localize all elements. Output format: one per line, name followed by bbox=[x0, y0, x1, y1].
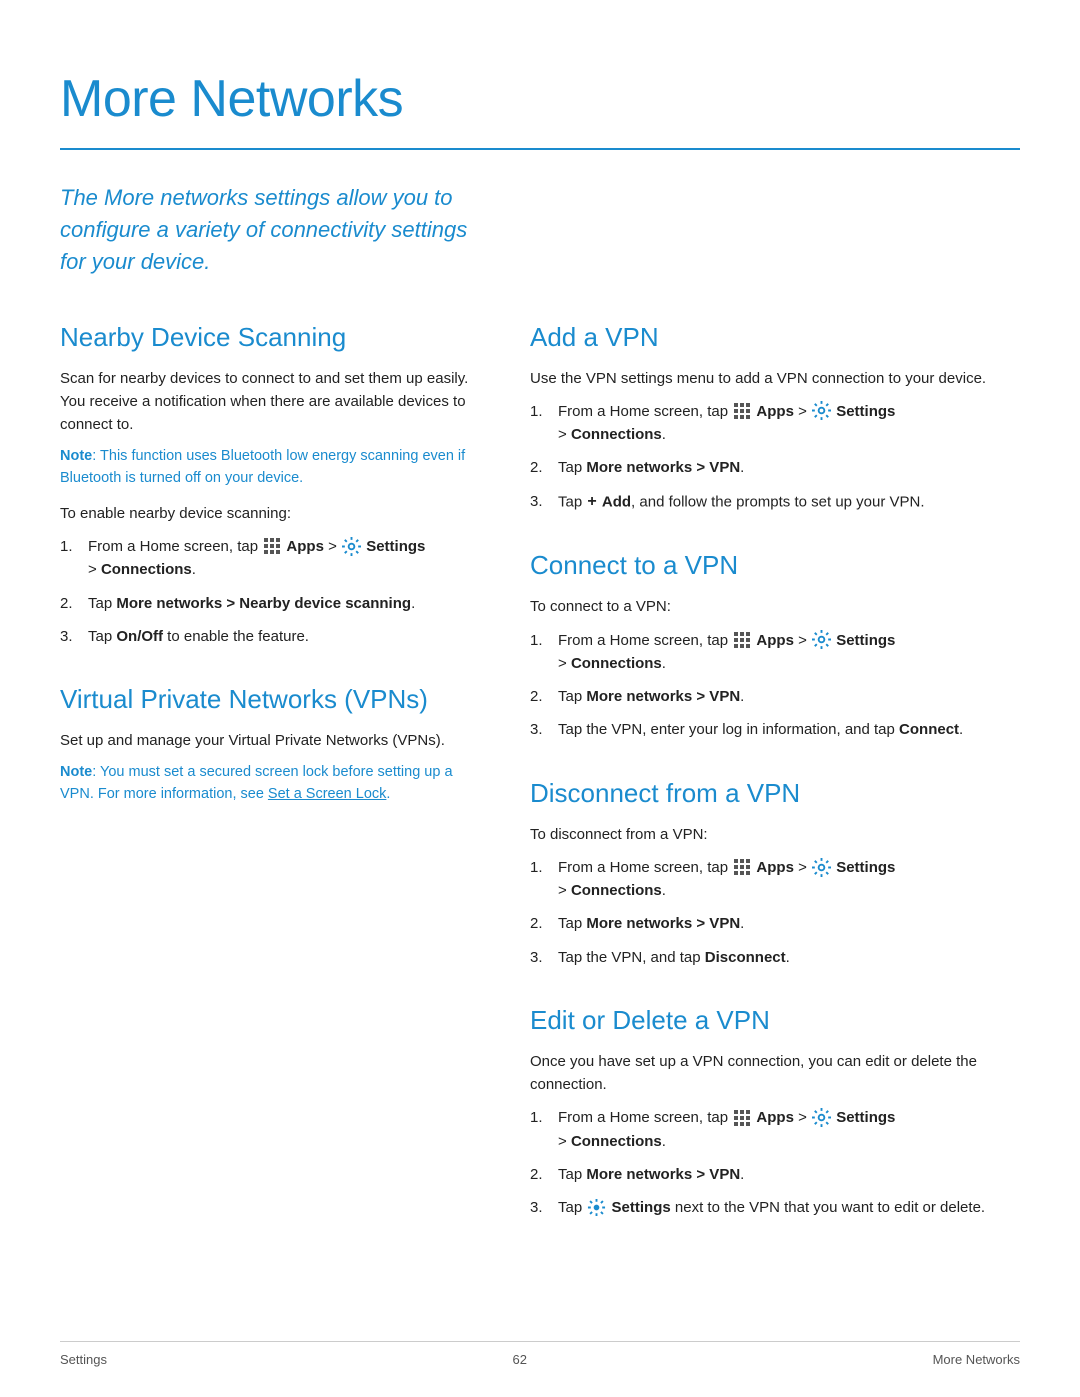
step-item: 1. From a Home screen, tap Apps > Settin… bbox=[60, 535, 480, 582]
nearby-device-scanning-body: Scan for nearby devices to connect to an… bbox=[60, 367, 480, 437]
step-content: Tap More networks > VPN. bbox=[558, 1163, 1020, 1186]
edit-delete-vpn-title: Edit or Delete a VPN bbox=[530, 1001, 1020, 1040]
step-number: 3. bbox=[60, 625, 88, 648]
step-number: 2. bbox=[530, 685, 558, 708]
step-content: From a Home screen, tap Apps > Settings>… bbox=[558, 629, 1020, 676]
connect-vpn-body: To connect to a VPN: bbox=[530, 595, 1020, 618]
step-item: 3. Tap Settings next to the VPN that you… bbox=[530, 1196, 1020, 1219]
step-item: 2. Tap More networks > VPN. bbox=[530, 685, 1020, 708]
vpns-section: Virtual Private Networks (VPNs) Set up a… bbox=[60, 680, 480, 806]
step-item: 3. Tap On/Off to enable the feature. bbox=[60, 625, 480, 648]
step-item: 3. Tap + Add, and follow the prompts to … bbox=[530, 490, 1020, 515]
page-container: More Networks The More networks settings… bbox=[0, 0, 1080, 1397]
step-number: 1. bbox=[60, 535, 88, 558]
step-item: 2. Tap More networks > VPN. bbox=[530, 456, 1020, 479]
step-content: Tap More networks > VPN. bbox=[558, 912, 1020, 935]
connect-vpn-section: Connect to a VPN To connect to a VPN: 1.… bbox=[530, 546, 1020, 741]
step-number: 1. bbox=[530, 629, 558, 652]
step-item: 1. From a Home screen, tap Apps > Settin… bbox=[530, 1106, 1020, 1153]
title-divider bbox=[60, 148, 1020, 150]
step-content: Tap On/Off to enable the feature. bbox=[88, 625, 480, 648]
step-number: 1. bbox=[530, 400, 558, 423]
disconnect-vpn-section: Disconnect from a VPN To disconnect from… bbox=[530, 774, 1020, 969]
step-item: 3. Tap the VPN, and tap Disconnect. bbox=[530, 946, 1020, 969]
apps-icon bbox=[263, 537, 281, 555]
edit-delete-vpn-body: Once you have set up a VPN connection, y… bbox=[530, 1050, 1020, 1097]
step-number: 2. bbox=[530, 1163, 558, 1186]
step-number: 2. bbox=[530, 912, 558, 935]
add-vpn-steps: 1. From a Home screen, tap Apps > Settin… bbox=[530, 400, 1020, 515]
apps-icon bbox=[733, 858, 751, 876]
step-content: Tap More networks > Nearby device scanni… bbox=[88, 592, 480, 615]
left-column: Nearby Device Scanning Scan for nearby d… bbox=[60, 318, 480, 1252]
step-number: 2. bbox=[60, 592, 88, 615]
step-number: 3. bbox=[530, 718, 558, 741]
step-content: From a Home screen, tap Apps > Settings>… bbox=[88, 535, 480, 582]
screen-lock-link[interactable]: Set a Screen Lock bbox=[268, 786, 387, 802]
gear-icon bbox=[587, 1198, 606, 1217]
edit-delete-vpn-section: Edit or Delete a VPN Once you have set u… bbox=[530, 1001, 1020, 1220]
step-item: 2. Tap More networks > VPN. bbox=[530, 1163, 1020, 1186]
edit-delete-vpn-steps: 1. From a Home screen, tap Apps > Settin… bbox=[530, 1106, 1020, 1219]
step-number: 1. bbox=[530, 1106, 558, 1129]
page-footer: Settings 62 More Networks bbox=[60, 1341, 1020, 1370]
nearby-device-pre-steps: To enable nearby device scanning: bbox=[60, 502, 480, 525]
settings-icon bbox=[812, 858, 831, 877]
add-vpn-body: Use the VPN settings menu to add a VPN c… bbox=[530, 367, 1020, 390]
step-item: 3. Tap the VPN, enter your log in inform… bbox=[530, 718, 1020, 741]
step-number: 3. bbox=[530, 1196, 558, 1219]
nearby-device-scanning-title: Nearby Device Scanning bbox=[60, 318, 480, 357]
nearby-device-note: Note: This function uses Bluetooth low e… bbox=[60, 446, 480, 490]
step-number: 2. bbox=[530, 456, 558, 479]
step-content: From a Home screen, tap Apps > Settings>… bbox=[558, 400, 1020, 447]
disconnect-vpn-body: To disconnect from a VPN: bbox=[530, 823, 1020, 846]
step-item: 1. From a Home screen, tap Apps > Settin… bbox=[530, 629, 1020, 676]
step-number: 3. bbox=[530, 946, 558, 969]
add-vpn-section: Add a VPN Use the VPN settings menu to a… bbox=[530, 318, 1020, 515]
disconnect-vpn-steps: 1. From a Home screen, tap Apps > Settin… bbox=[530, 856, 1020, 969]
step-content: Tap More networks > VPN. bbox=[558, 456, 1020, 479]
step-item: 2. Tap More networks > VPN. bbox=[530, 912, 1020, 935]
step-item: 1. From a Home screen, tap Apps > Settin… bbox=[530, 400, 1020, 447]
nearby-device-steps: 1. From a Home screen, tap Apps > Settin… bbox=[60, 535, 480, 648]
apps-icon bbox=[733, 1109, 751, 1127]
right-column: Add a VPN Use the VPN settings menu to a… bbox=[530, 318, 1020, 1252]
step-item: 1. From a Home screen, tap Apps > Settin… bbox=[530, 856, 1020, 903]
page-title: More Networks bbox=[60, 60, 1020, 138]
step-content: From a Home screen, tap Apps > Settings>… bbox=[558, 1106, 1020, 1153]
nearby-device-scanning-section: Nearby Device Scanning Scan for nearby d… bbox=[60, 318, 480, 649]
step-content: Tap Settings next to the VPN that you wa… bbox=[558, 1196, 1020, 1219]
footer-left: Settings bbox=[60, 1350, 107, 1370]
apps-icon bbox=[733, 402, 751, 420]
step-number: 3. bbox=[530, 490, 558, 513]
settings-icon bbox=[342, 537, 361, 556]
step-content: Tap + Add, and follow the prompts to set… bbox=[558, 490, 1020, 515]
step-number: 1. bbox=[530, 856, 558, 879]
footer-right: More Networks bbox=[933, 1350, 1020, 1370]
settings-icon bbox=[812, 630, 831, 649]
step-content: From a Home screen, tap Apps > Settings>… bbox=[558, 856, 1020, 903]
settings-icon bbox=[812, 1108, 831, 1127]
vpns-title: Virtual Private Networks (VPNs) bbox=[60, 680, 480, 719]
plus-icon: + bbox=[587, 490, 596, 515]
disconnect-vpn-title: Disconnect from a VPN bbox=[530, 774, 1020, 813]
settings-icon bbox=[812, 401, 831, 420]
add-vpn-title: Add a VPN bbox=[530, 318, 1020, 357]
step-content: Tap More networks > VPN. bbox=[558, 685, 1020, 708]
vpns-body: Set up and manage your Virtual Private N… bbox=[60, 729, 480, 752]
connect-vpn-steps: 1. From a Home screen, tap Apps > Settin… bbox=[530, 629, 1020, 742]
step-content: Tap the VPN, enter your log in informati… bbox=[558, 718, 1020, 741]
vpns-note: Note: You must set a secured screen lock… bbox=[60, 762, 480, 806]
apps-icon bbox=[733, 631, 751, 649]
step-item: 2. Tap More networks > Nearby device sca… bbox=[60, 592, 480, 615]
footer-center: 62 bbox=[513, 1350, 527, 1370]
step-content: Tap the VPN, and tap Disconnect. bbox=[558, 946, 1020, 969]
intro-text: The More networks settings allow you to … bbox=[60, 182, 480, 278]
connect-vpn-title: Connect to a VPN bbox=[530, 546, 1020, 585]
two-column-layout: Nearby Device Scanning Scan for nearby d… bbox=[60, 318, 1020, 1252]
